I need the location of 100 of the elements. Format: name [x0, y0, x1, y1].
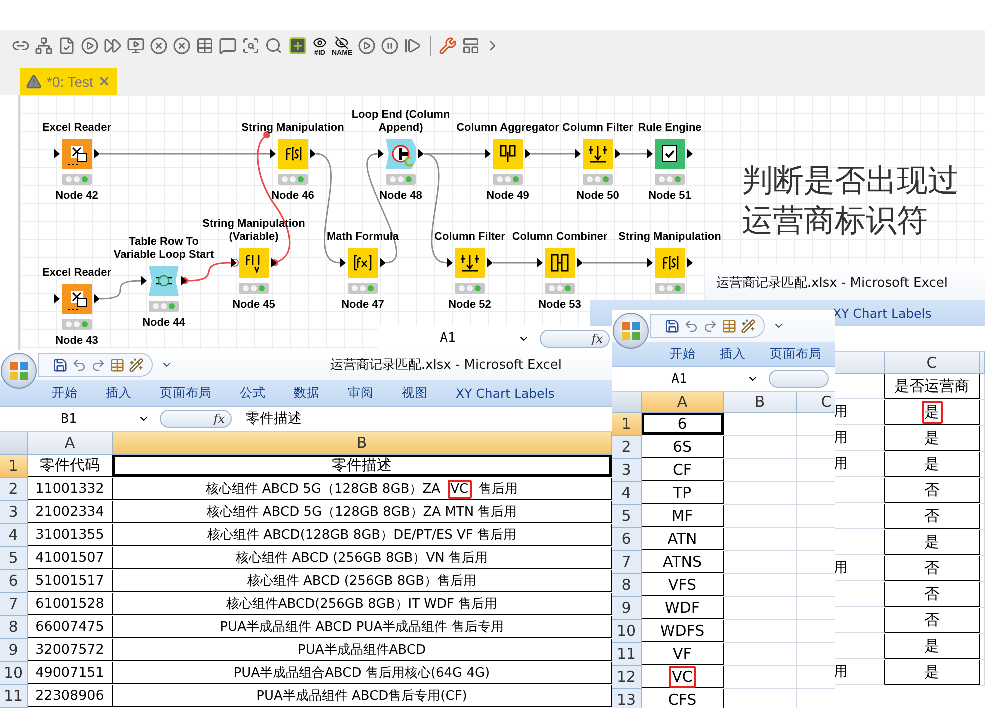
status-lights: [348, 283, 378, 294]
table-cell: 否: [885, 556, 980, 581]
ribbon-tab[interactable]: 插入: [106, 384, 132, 402]
row-header[interactable]: 8: [0, 616, 28, 639]
column-header[interactable]: C: [797, 392, 835, 413]
row-header[interactable]: 1: [0, 455, 28, 478]
row-header[interactable]: 11: [612, 643, 642, 666]
zoom-icon[interactable]: [242, 37, 260, 55]
node-icon[interactable]: [141, 265, 187, 297]
ribbon-tab[interactable]: 视图: [402, 384, 428, 402]
table-cell: 否: [885, 582, 980, 607]
redo-icon[interactable]: [703, 318, 718, 334]
wand-icon[interactable]: [741, 318, 756, 334]
row-header[interactable]: 2: [0, 478, 28, 501]
row-header[interactable]: 3: [612, 459, 642, 482]
node-icon[interactable]: [378, 138, 424, 170]
ribbon-tab[interactable]: 页面布局: [770, 346, 822, 362]
close-icon[interactable]: [98, 75, 112, 88]
node-title: String Manipulation: [618, 231, 722, 244]
node-icon[interactable]: [537, 247, 583, 279]
redo-icon[interactable]: [91, 358, 106, 372]
row-header[interactable]: 13: [612, 689, 642, 708]
row-header[interactable]: 9: [612, 597, 642, 620]
ribbon-tab[interactable]: 页面布局: [160, 384, 212, 402]
node-icon[interactable]: [54, 138, 100, 170]
save-icon[interactable]: [53, 358, 68, 372]
play-icon[interactable]: [81, 37, 99, 55]
ribbon-tab[interactable]: 开始: [670, 346, 696, 362]
table-icon[interactable]: [196, 37, 214, 55]
ribbon-tab[interactable]: 公式: [240, 384, 266, 402]
row-header[interactable]: 12: [612, 666, 642, 689]
row-header[interactable]: 5: [612, 505, 642, 528]
column-header[interactable]: B: [113, 432, 612, 455]
wand-icon[interactable]: [129, 358, 144, 372]
eye-icon[interactable]: [313, 36, 327, 50]
table-icon[interactable]: [110, 358, 125, 372]
table-icon[interactable]: [722, 318, 737, 334]
file-check-icon[interactable]: [58, 37, 76, 55]
row-header[interactable]: 7: [612, 551, 642, 574]
node-icon[interactable]: [575, 138, 621, 170]
window-title: 运营商记录匹配.xlsx - Microsoft Excel: [716, 274, 948, 292]
fast-forward-icon[interactable]: [104, 37, 122, 55]
status-lights: [386, 174, 416, 185]
row-header[interactable]: 11: [0, 685, 28, 708]
row-header[interactable]: 8: [612, 574, 642, 597]
formula-field[interactable]: 零件描述: [246, 410, 302, 428]
office-button[interactable]: [1, 353, 37, 389]
ribbon-tab[interactable]: XY Chart Labels: [456, 386, 555, 400]
monitor-play-icon[interactable]: [127, 37, 145, 55]
column-header[interactable]: A: [642, 392, 724, 413]
row-header[interactable]: 2: [612, 436, 642, 459]
node-icon[interactable]: [647, 138, 693, 170]
row-header[interactable]: 10: [0, 662, 28, 685]
ribbon-tab[interactable]: 插入: [720, 346, 746, 362]
node-icon[interactable]: [231, 247, 277, 279]
row-header[interactable]: 1: [612, 413, 642, 436]
table-cell: PUA半成品组件ABCD: [113, 639, 612, 661]
node-icon[interactable]: [647, 247, 693, 279]
row-header[interactable]: 7: [0, 593, 28, 616]
node-icon[interactable]: [447, 247, 493, 279]
annotation-text: 判断是否出现过 运营商标识符: [742, 162, 959, 241]
pause-icon[interactable]: [380, 37, 399, 55]
save-icon[interactable]: [665, 318, 680, 334]
play-icon[interactable]: [358, 37, 376, 55]
column-header[interactable]: C: [885, 352, 980, 374]
comment-icon[interactable]: [219, 37, 237, 55]
node-title: Excel Reader: [42, 267, 112, 280]
ribbon-tab[interactable]: 审阅: [348, 384, 374, 402]
eye-off-icon[interactable]: [335, 36, 350, 50]
cancel-icon[interactable]: [173, 37, 191, 55]
connection-line: [531, 153, 575, 155]
column-header[interactable]: A: [28, 432, 113, 455]
wrench-icon[interactable]: [438, 37, 457, 55]
row-header[interactable]: 6: [0, 570, 28, 593]
node-icon[interactable]: [270, 138, 316, 170]
layout-icon[interactable]: [462, 37, 480, 55]
row-header[interactable]: 6: [612, 528, 642, 551]
node-icon[interactable]: [54, 283, 100, 315]
undo-icon[interactable]: [684, 318, 699, 334]
network-icon[interactable]: [35, 37, 53, 55]
undo-icon[interactable]: [72, 358, 87, 372]
column-header[interactable]: B: [724, 392, 797, 413]
node-icon[interactable]: [485, 138, 531, 170]
ribbon-tab[interactable]: 数据: [294, 384, 320, 402]
function-button[interactable]: fx: [540, 330, 610, 348]
row-header[interactable]: 4: [612, 482, 642, 505]
row-header[interactable]: 4: [0, 524, 28, 547]
table-cell: 31001355: [28, 524, 113, 546]
row-header[interactable]: 10: [612, 620, 642, 643]
row-header[interactable]: 3: [0, 501, 28, 524]
search-icon[interactable]: [265, 37, 283, 55]
row-header[interactable]: 5: [0, 547, 28, 570]
function-button[interactable]: fx: [160, 410, 232, 428]
node-icon[interactable]: [340, 247, 386, 279]
office-button[interactable]: [613, 313, 649, 349]
step-icon[interactable]: [404, 37, 422, 55]
add-icon[interactable]: [288, 36, 308, 56]
cancel-icon[interactable]: [150, 37, 168, 55]
row-header[interactable]: 9: [0, 639, 28, 662]
ribbon-tab[interactable]: 开始: [52, 384, 78, 402]
